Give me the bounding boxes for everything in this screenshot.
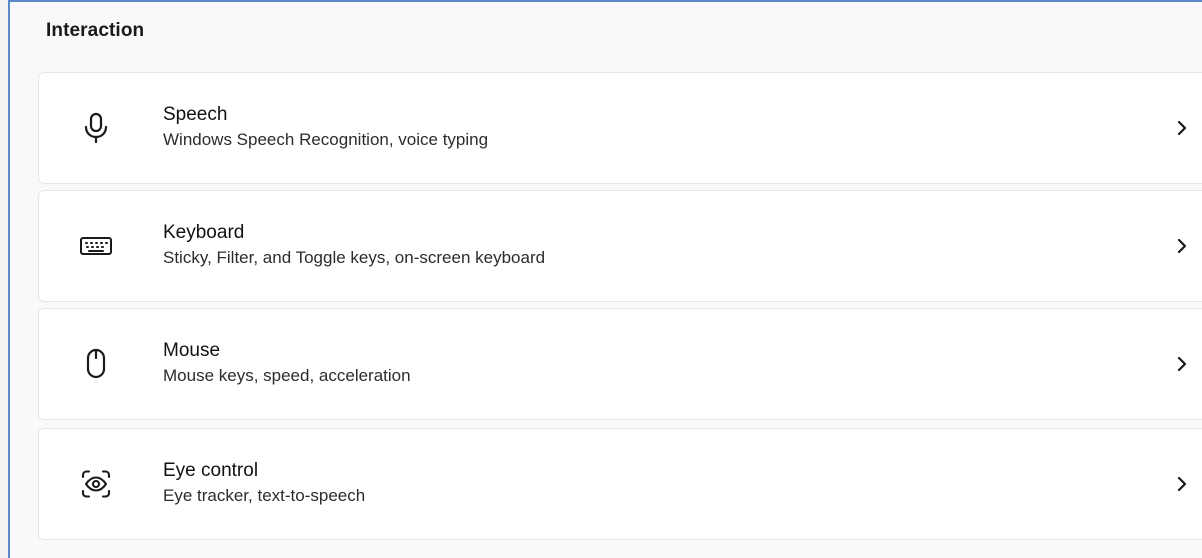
setting-item-mouse[interactable]: Mouse Mouse keys, speed, acceleration — [38, 308, 1202, 420]
setting-item-title: Mouse — [163, 340, 221, 361]
keyboard-icon — [79, 229, 113, 263]
setting-item-subtitle: Sticky, Filter, and Toggle keys, on-scre… — [163, 248, 546, 267]
setting-item-subtitle: Windows Speech Recognition, voice typing — [163, 130, 489, 149]
microphone-icon — [79, 111, 113, 145]
section-title: Interaction — [46, 20, 145, 41]
setting-item-title: Speech — [163, 104, 228, 125]
chevron-right-icon — [1175, 472, 1189, 496]
chevron-right-icon — [1175, 352, 1189, 376]
settings-panel: Interaction Speech Windows Speech Recogn… — [8, 0, 1202, 558]
setting-item-keyboard[interactable]: Keyboard Sticky, Filter, and Toggle keys… — [38, 190, 1202, 302]
setting-item-subtitle: Eye tracker, text-to-speech — [163, 486, 366, 505]
eye-control-icon — [79, 467, 113, 501]
mouse-icon — [79, 347, 113, 381]
chevron-right-icon — [1175, 116, 1189, 140]
setting-item-eye-control[interactable]: Eye control Eye tracker, text-to-speech — [38, 428, 1202, 540]
setting-item-title: Eye control — [163, 460, 259, 481]
setting-item-speech[interactable]: Speech Windows Speech Recognition, voice… — [38, 72, 1202, 184]
setting-item-subtitle: Mouse keys, speed, acceleration — [163, 366, 411, 385]
setting-item-title: Keyboard — [163, 222, 245, 243]
chevron-right-icon — [1175, 234, 1189, 258]
